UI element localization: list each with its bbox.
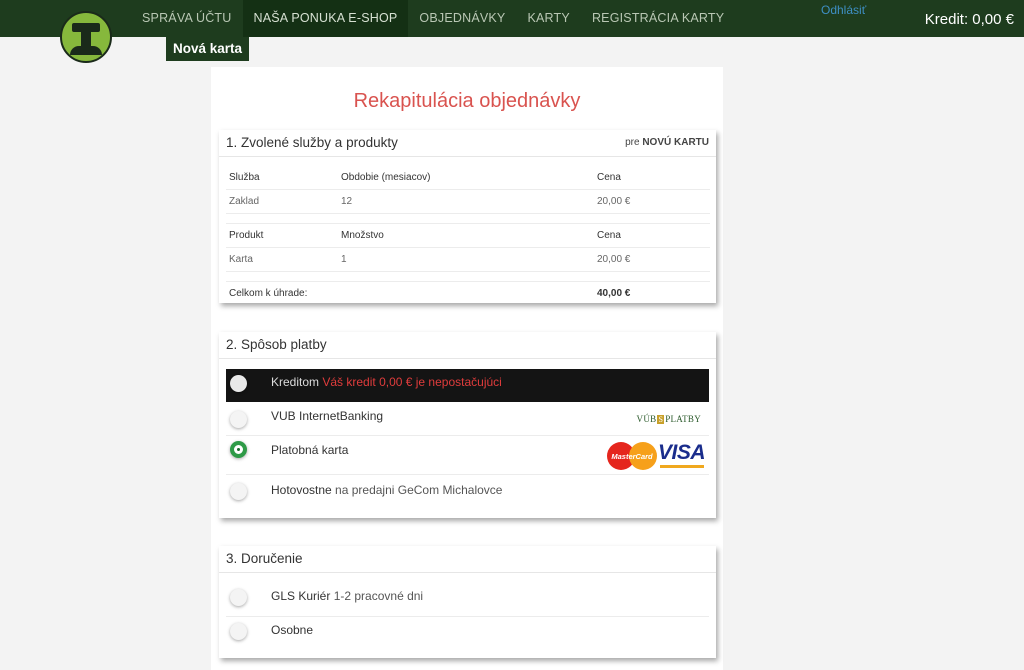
section-title: 2. Spôsob platby bbox=[226, 337, 327, 352]
logo-icon[interactable] bbox=[60, 11, 112, 63]
section-title: 3. Doručenie bbox=[226, 551, 303, 566]
page-title: Rekapitulácia objednávky bbox=[353, 90, 581, 112]
nav-karty[interactable]: KARTY bbox=[516, 0, 580, 37]
section-header: 2. Spôsob platby bbox=[219, 332, 716, 359]
total-row: Celkom k úhrade: 40,00 € bbox=[229, 288, 631, 299]
payment-option-vub[interactable]: VUB InternetBanking VÚB S PLATBY bbox=[226, 402, 709, 436]
section-header: 3. Doručenie bbox=[219, 546, 716, 573]
nav-registracia-karty[interactable]: REGISTRÁCIA KARTY bbox=[581, 0, 735, 37]
delivery-option-gls[interactable]: GLS Kuriér 1-2 pracovné dni bbox=[226, 582, 709, 617]
table-row: Zaklad 12 20,00 € bbox=[226, 190, 710, 214]
table-row: Karta 1 20,00 € bbox=[226, 248, 710, 272]
table-header-row: Produkt Množstvo Cena bbox=[226, 224, 710, 248]
section-title: 1. Zvolené služby a produkty bbox=[226, 135, 398, 150]
payment-option-cash[interactable]: Hotovostne na predajni GeCom Michalovce bbox=[226, 475, 709, 515]
main-nav: SPRÁVA ÚČTU NAŠA PONUKA E-SHOP OBJEDNÁVK… bbox=[131, 0, 735, 37]
visa-logo: VISA bbox=[658, 441, 706, 464]
subnav-nova-karta[interactable]: Nová karta bbox=[166, 37, 250, 61]
delivery-option-osobne[interactable]: Osobne bbox=[226, 617, 709, 651]
nav-nasa-ponuka-eshop[interactable]: NAŠA PONUKA E-SHOP bbox=[242, 0, 409, 37]
logout-link[interactable]: Odhlásiť bbox=[821, 3, 866, 17]
insufficient-credit-warning: Váš kredit 0,00 € je nepostačujúci bbox=[322, 375, 502, 389]
table-header-row: Služba Obdobie (mesiacov) Cena bbox=[226, 166, 710, 190]
mastercard-logo: MasterCard bbox=[607, 442, 657, 470]
payment-option-kredit[interactable]: Kreditom Váš kredit 0,00 € je nepostačuj… bbox=[226, 369, 709, 402]
credit-balance: Kredit: 0,00 € bbox=[924, 11, 1014, 28]
section-services-products: 1. Zvolené služby a produkty pre NOVÚ KA… bbox=[219, 130, 716, 303]
order-table: Služba Obdobie (mesiacov) Cena Zaklad 12… bbox=[226, 166, 710, 305]
for-card-label: pre NOVÚ KARTU bbox=[625, 137, 709, 148]
radio-vub[interactable] bbox=[230, 411, 247, 428]
payment-option-card[interactable]: Platobná karta MasterCard VISA bbox=[226, 436, 709, 475]
nav-objednavky[interactable]: OBJEDNÁVKY bbox=[408, 0, 516, 37]
radio-kredit[interactable] bbox=[230, 375, 247, 392]
vub-platby-logo: VÚB S PLATBY bbox=[636, 414, 701, 424]
radio-osobne[interactable] bbox=[230, 623, 247, 640]
radio-platobna-karta[interactable] bbox=[230, 441, 247, 458]
top-navbar: SPRÁVA ÚČTU NAŠA PONUKA E-SHOP OBJEDNÁVK… bbox=[0, 0, 1024, 37]
section-header: 1. Zvolené služby a produkty pre NOVÚ KA… bbox=[219, 130, 716, 157]
radio-hotovostne[interactable] bbox=[230, 483, 247, 500]
nav-sprava-uctu[interactable]: SPRÁVA ÚČTU bbox=[131, 0, 243, 37]
svg-text:MasterCard: MasterCard bbox=[611, 452, 653, 461]
radio-gls-kurier[interactable] bbox=[230, 589, 247, 606]
